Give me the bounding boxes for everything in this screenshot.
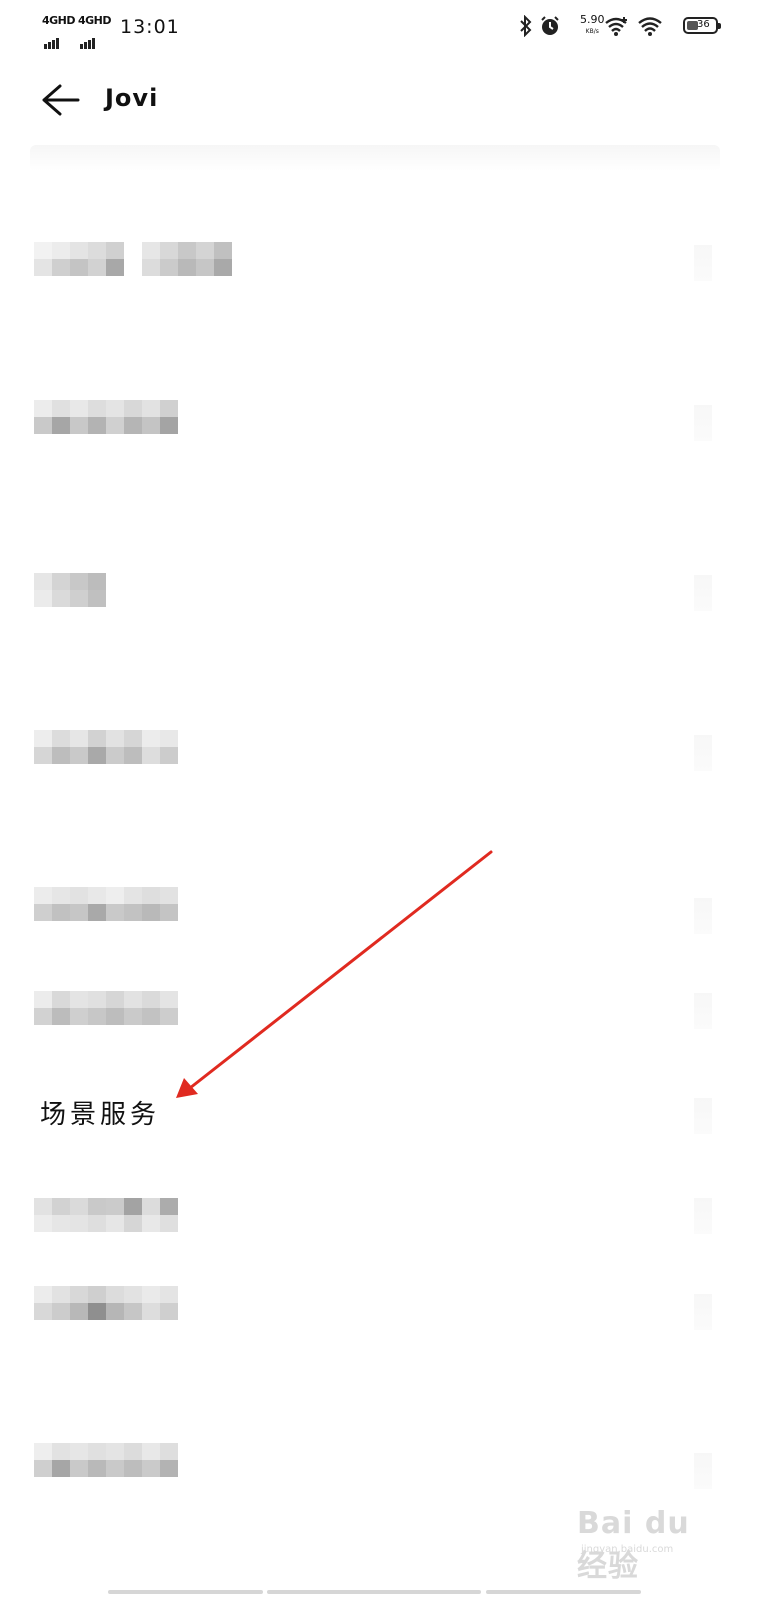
chevron-right-icon <box>694 1198 712 1234</box>
blurred-label <box>34 730 178 747</box>
list-item[interactable] <box>0 715 765 795</box>
sim1-signal-icon: 4GHD <box>42 14 76 49</box>
sim2-network-label: 4GHD <box>78 14 112 27</box>
chevron-right-icon <box>694 1098 712 1134</box>
list-item[interactable] <box>0 870 765 950</box>
blurred-label <box>34 991 178 1008</box>
watermark-url: jingyan.baidu.com <box>581 1544 674 1555</box>
bluetooth-icon <box>520 15 532 37</box>
sim1-network-label: 4GHD <box>42 14 76 27</box>
battery-icon: 36 <box>683 17 721 34</box>
list-item[interactable] <box>0 1180 765 1250</box>
header-divider <box>30 145 720 171</box>
net-speed-unit: KB/s <box>585 28 599 35</box>
chevron-right-icon <box>694 575 712 611</box>
chevron-right-icon <box>694 993 712 1029</box>
battery-level: 36 <box>697 19 710 30</box>
list-item[interactable] <box>0 385 765 465</box>
list-item[interactable] <box>0 555 765 635</box>
chevron-right-icon <box>694 1453 712 1489</box>
net-speed: 5.90 KB/s <box>580 14 605 38</box>
chevron-right-icon <box>694 898 712 934</box>
blurred-label <box>34 242 232 259</box>
blurred-label <box>34 400 178 417</box>
nav-bar-segment <box>486 1590 641 1594</box>
chevron-right-icon <box>694 245 712 281</box>
nav-bar-segment <box>267 1590 481 1594</box>
status-time: 13:01 <box>120 16 180 38</box>
alarm-icon <box>541 16 559 35</box>
list-item[interactable] <box>0 1270 765 1350</box>
blurred-label <box>34 1286 178 1303</box>
nav-bar-segment <box>108 1590 263 1594</box>
page-title: Jovi <box>105 84 159 112</box>
blurred-label <box>34 573 106 590</box>
chevron-right-icon <box>694 1294 712 1330</box>
watermark: Bai du 经验 jingyan.baidu.com <box>577 1488 717 1584</box>
sim2-signal-icon: 4GHD <box>78 14 112 49</box>
blurred-label <box>34 1198 178 1215</box>
status-bar: 4GHD 4GHD 13:01 5.90 KB/s 36 <box>0 0 765 52</box>
wifi-icon <box>638 17 662 36</box>
back-arrow-icon[interactable] <box>38 80 82 120</box>
list-item-scene-service[interactable]: 场景服务 <box>0 1080 765 1150</box>
blurred-label <box>34 1443 178 1460</box>
list-item[interactable] <box>0 225 765 305</box>
wifi-plus-icon <box>605 17 627 36</box>
blurred-label <box>34 887 178 904</box>
list-item[interactable] <box>0 975 765 1045</box>
chevron-right-icon <box>694 405 712 441</box>
app-header: Jovi <box>0 60 765 140</box>
list-item-label: 场景服务 <box>40 1100 161 1130</box>
net-speed-value: 5.90 <box>580 13 605 26</box>
chevron-right-icon <box>694 735 712 771</box>
